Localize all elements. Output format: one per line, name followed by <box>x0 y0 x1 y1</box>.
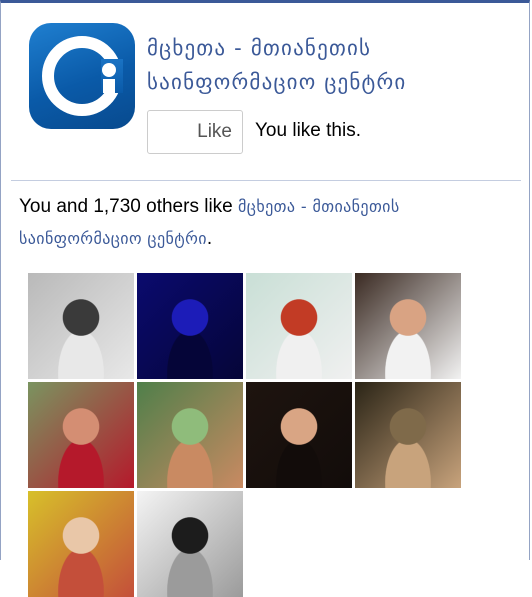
friend-face-1[interactable] <box>28 273 134 379</box>
friend-face-7[interactable] <box>246 382 352 488</box>
page-logo-circle-icon <box>42 36 123 116</box>
friend-face-6[interactable] <box>137 382 243 488</box>
friend-face-4[interactable] <box>355 273 461 379</box>
page-logo[interactable] <box>29 23 135 129</box>
divider <box>11 180 521 181</box>
facebook-like-box: მცხეთა - მთიანეთის საინფორმაციო ცენტრი L… <box>0 0 530 597</box>
friend-face-3[interactable] <box>246 273 352 379</box>
likes-summary: You and 1,730 others like მცხეთა - მთიან… <box>19 191 519 255</box>
friend-face-2[interactable] <box>137 273 243 379</box>
friend-face-5[interactable] <box>28 382 134 488</box>
friend-face-9[interactable] <box>28 491 134 597</box>
summary-period: . <box>206 228 213 249</box>
friend-face-10[interactable] <box>137 491 243 597</box>
like-button[interactable]: Like <box>147 110 243 154</box>
page-header: მცხეთა - მთიანეთის საინფორმაციო ცენტრი L… <box>11 9 521 175</box>
like-status-text: You like this. <box>255 120 361 141</box>
friend-face-8[interactable] <box>355 382 461 488</box>
page-name-link[interactable]: მცხეთა - მთიანეთის საინფორმაციო ცენტრი <box>147 31 517 99</box>
likes-summary-text: You and 1,730 others like <box>19 196 239 217</box>
